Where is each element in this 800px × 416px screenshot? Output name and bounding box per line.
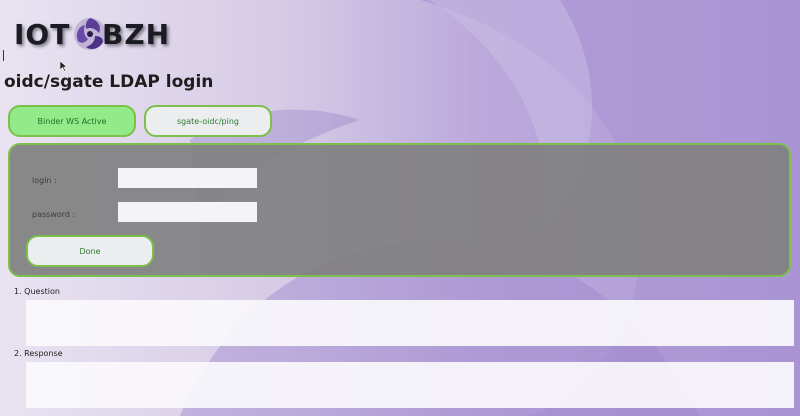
- password-input[interactable]: [118, 202, 257, 222]
- question-content-box: [26, 300, 794, 346]
- question-section-label: 1. Question: [14, 287, 60, 296]
- password-label: password :: [32, 210, 76, 219]
- response-section-label: 2. Response: [14, 349, 63, 358]
- login-label: login :: [32, 176, 57, 185]
- iotbzh-logo: IOT BZH: [14, 14, 174, 58]
- page-title: oidc/sgate LDAP login: [4, 72, 214, 92]
- response-content-box: [26, 362, 794, 408]
- logo-left-text: IOT: [14, 18, 71, 51]
- mouse-pointer-icon: [60, 61, 68, 72]
- login-input[interactable]: [118, 168, 257, 188]
- text-caret: [3, 50, 4, 61]
- sgate-oidc-ping-button[interactable]: sgate-oidc/ping: [144, 105, 272, 137]
- logo-right-text: BZH: [102, 18, 171, 51]
- done-button[interactable]: Done: [26, 235, 154, 267]
- login-form-panel: login : password : Done: [8, 143, 791, 277]
- binder-ws-status-button[interactable]: Binder WS Active: [8, 105, 136, 137]
